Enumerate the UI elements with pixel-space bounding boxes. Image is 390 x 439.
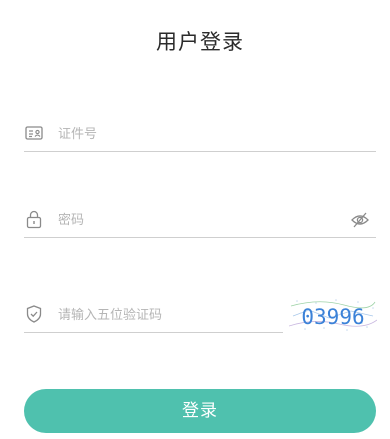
shield-check-icon — [24, 304, 44, 324]
id-number-field — [24, 118, 376, 152]
page-title: 用户登录 — [156, 30, 244, 54]
lock-icon — [24, 209, 44, 229]
captcha-input[interactable] — [58, 303, 278, 327]
id-number-input[interactable] — [58, 122, 338, 146]
captcha-code: 03996 — [301, 305, 364, 329]
password-input[interactable] — [58, 208, 338, 232]
captcha-field — [24, 299, 283, 333]
password-field — [24, 204, 376, 238]
eye-hidden-icon[interactable] — [350, 211, 370, 229]
captcha-image[interactable]: 03996 — [288, 296, 378, 334]
id-card-icon — [24, 123, 44, 143]
login-button[interactable]: 登录 — [24, 389, 376, 433]
